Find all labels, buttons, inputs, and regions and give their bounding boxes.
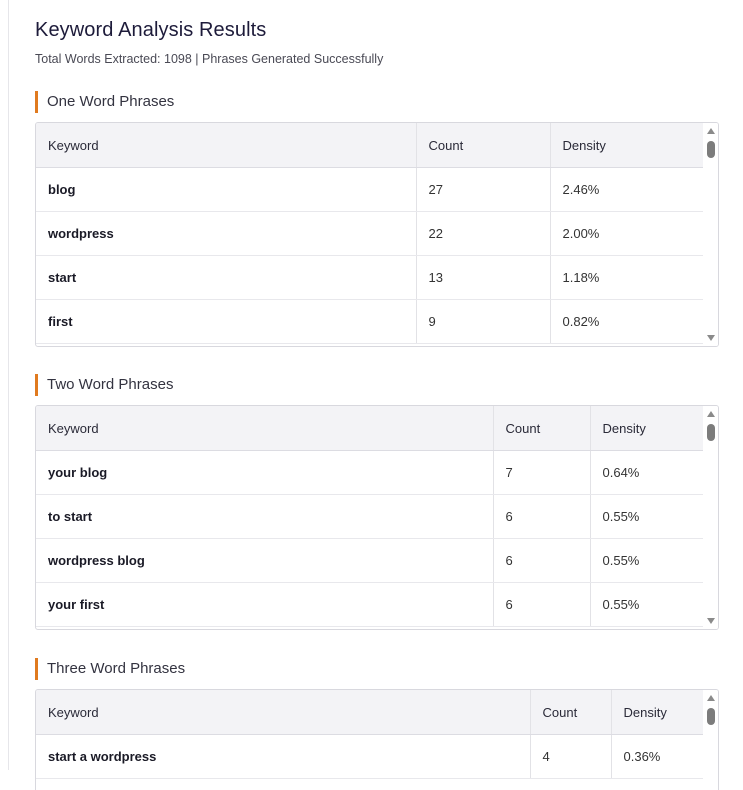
count-cell: 9 <box>416 299 551 344</box>
scroll-thumb[interactable] <box>707 708 715 725</box>
scroll-down-arrow-icon[interactable] <box>707 618 715 624</box>
keyword-cell: start <box>36 255 417 300</box>
density-cell: 0.55% <box>590 494 703 539</box>
count-cell: 13 <box>416 255 551 300</box>
two-word-table: Keyword Count Density your blog 7 0.64% … <box>36 406 703 627</box>
table-header-row: Keyword Count Density <box>36 123 703 168</box>
summary-text: Total Words Extracted: 1098 | Phrases Ge… <box>35 52 384 66</box>
table-row: wordpress blog 6 0.55% <box>36 538 703 583</box>
column-header-density[interactable]: Density <box>590 406 703 451</box>
column-header-density[interactable]: Density <box>611 690 703 735</box>
scroll-thumb[interactable] <box>707 141 715 158</box>
two-word-table-container[interactable]: Keyword Count Density your blog 7 0.64% … <box>35 405 719 630</box>
table-row: your first 6 0.55% <box>36 582 703 627</box>
count-cell: 6 <box>493 538 591 583</box>
three-word-table-container[interactable]: Keyword Count Density start a wordpress … <box>35 689 719 790</box>
column-header-count[interactable]: Count <box>493 406 591 451</box>
vertical-scrollbar[interactable] <box>704 690 718 790</box>
page-title: Keyword Analysis Results <box>35 19 267 41</box>
one-word-table: Keyword Count Density blog 27 2.46% word… <box>36 123 703 344</box>
keyword-cell: start a wordpress <box>36 734 531 779</box>
density-cell: 2.46% <box>550 167 703 212</box>
column-header-density[interactable]: Density <box>550 123 703 168</box>
section-heading: Two Word Phrases <box>35 374 173 396</box>
scroll-up-arrow-icon[interactable] <box>707 411 715 417</box>
vertical-scrollbar[interactable] <box>704 406 718 629</box>
table-row: your blog 7 0.64% <box>36 450 703 495</box>
three-word-table: Keyword Count Density start a wordpress … <box>36 690 703 779</box>
count-cell: 7 <box>493 450 591 495</box>
keyword-cell: your first <box>36 582 494 627</box>
density-cell: 1.18% <box>550 255 703 300</box>
density-cell: 0.55% <box>590 538 703 583</box>
section-heading: Three Word Phrases <box>35 658 185 680</box>
column-header-count[interactable]: Count <box>530 690 612 735</box>
density-cell: 0.55% <box>590 582 703 627</box>
table-header-row: Keyword Count Density <box>36 406 703 451</box>
section-heading: One Word Phrases <box>35 91 174 113</box>
count-cell: 27 <box>416 167 551 212</box>
scroll-thumb[interactable] <box>707 424 715 441</box>
count-cell: 6 <box>493 582 591 627</box>
table-row: start a wordpress 4 0.36% <box>36 734 703 779</box>
density-cell: 0.82% <box>550 299 703 344</box>
scroll-up-arrow-icon[interactable] <box>707 695 715 701</box>
keyword-cell: wordpress blog <box>36 538 494 583</box>
table-row: start 13 1.18% <box>36 255 703 300</box>
one-word-table-container[interactable]: Keyword Count Density blog 27 2.46% word… <box>35 122 719 347</box>
left-divider <box>8 0 9 770</box>
keyword-cell: your blog <box>36 450 494 495</box>
keyword-cell: blog <box>36 167 417 212</box>
column-header-keyword[interactable]: Keyword <box>36 690 531 735</box>
scroll-up-arrow-icon[interactable] <box>707 128 715 134</box>
keyword-cell: first <box>36 299 417 344</box>
density-cell: 0.64% <box>590 450 703 495</box>
table-header-row: Keyword Count Density <box>36 690 703 735</box>
keyword-cell: wordpress <box>36 211 417 256</box>
count-cell: 6 <box>493 494 591 539</box>
table-row: first 9 0.82% <box>36 299 703 344</box>
scroll-down-arrow-icon[interactable] <box>707 335 715 341</box>
vertical-scrollbar[interactable] <box>704 123 718 346</box>
table-row: wordpress 22 2.00% <box>36 211 703 256</box>
density-cell: 2.00% <box>550 211 703 256</box>
table-row: to start 6 0.55% <box>36 494 703 539</box>
column-header-keyword[interactable]: Keyword <box>36 406 494 451</box>
table-row: blog 27 2.46% <box>36 167 703 212</box>
column-header-keyword[interactable]: Keyword <box>36 123 417 168</box>
density-cell: 0.36% <box>611 734 703 779</box>
column-header-count[interactable]: Count <box>416 123 551 168</box>
count-cell: 4 <box>530 734 612 779</box>
keyword-cell: to start <box>36 494 494 539</box>
count-cell: 22 <box>416 211 551 256</box>
